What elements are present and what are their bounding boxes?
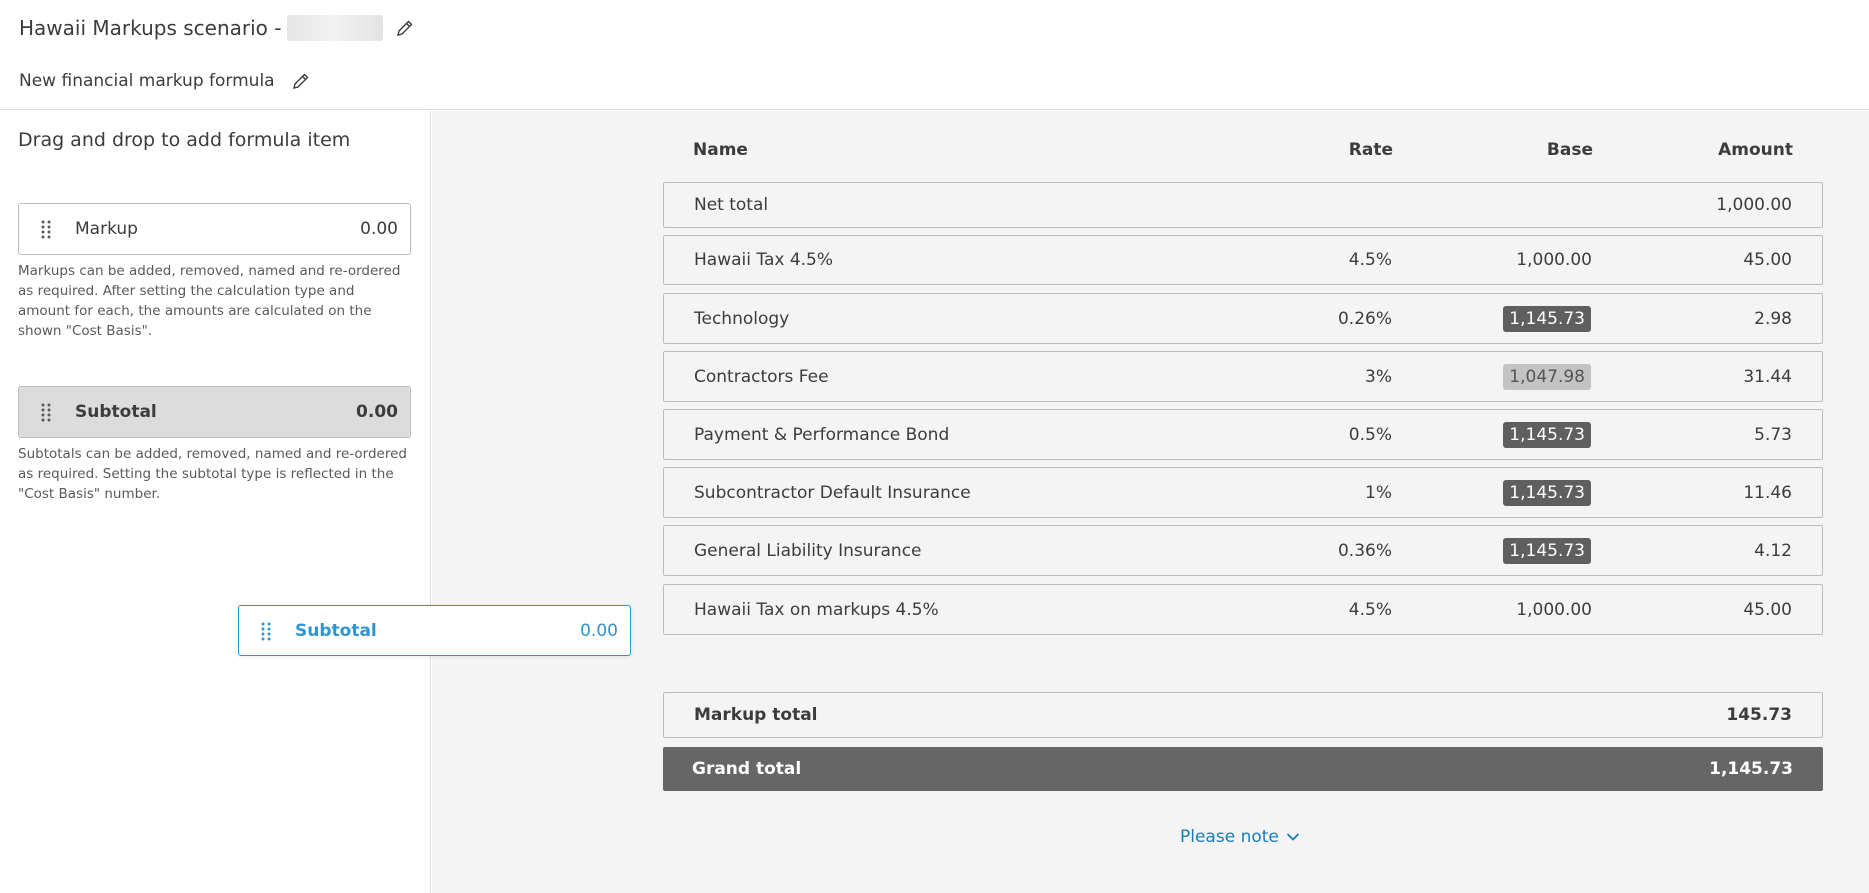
formula-table-panel: Name Rate Base Amount Net total 1,000.00…	[432, 111, 1869, 893]
scenario-title-row: Hawaii Markups scenario -	[19, 13, 417, 43]
scenario-title: Hawaii Markups scenario -	[19, 16, 282, 40]
row-rate: 4.5%	[1348, 599, 1392, 620]
grand-total-label: Grand total	[692, 759, 802, 779]
drag-handle-icon[interactable]	[251, 621, 281, 641]
subtotal-item-label: Subtotal	[75, 402, 157, 422]
formula-name: New financial markup formula	[19, 71, 275, 91]
palette-subtotal-item[interactable]: Subtotal 0.00	[18, 386, 411, 438]
markup-item-label: Markup	[75, 219, 138, 239]
markup-total-label: Markup total	[694, 705, 818, 725]
row-amount: 4.12	[1754, 540, 1792, 561]
row-rate: 3%	[1365, 366, 1392, 387]
row-amount: 5.73	[1754, 424, 1792, 445]
table-row[interactable]: Subcontractor Default Insurance 1% 1,145…	[663, 467, 1823, 518]
net-total-row: Net total 1,000.00	[663, 182, 1823, 228]
drag-handle-icon[interactable]	[31, 219, 61, 239]
base-chip[interactable]: 1,145.73	[1503, 537, 1591, 564]
subtotal-item-value: 0.00	[356, 402, 398, 422]
row-name: Contractors Fee	[694, 366, 829, 387]
row-amount: 2.98	[1754, 308, 1792, 329]
formula-name-row: New financial markup formula	[19, 66, 313, 96]
net-total-label: Net total	[694, 195, 769, 215]
dragging-item-value: 0.00	[580, 620, 618, 641]
row-name: Technology	[694, 308, 790, 329]
row-base: 1,000.00	[1516, 585, 1592, 634]
row-rate: 1%	[1365, 482, 1392, 503]
row-rate: 0.5%	[1348, 424, 1392, 445]
base-value: 1,000.00	[1516, 250, 1592, 270]
page-header: Hawaii Markups scenario - New financial …	[0, 0, 1869, 110]
base-value: 1,000.00	[1516, 599, 1592, 620]
row-base: 1,145.73	[1503, 526, 1591, 575]
table-row[interactable]: Hawaii Tax on markups 4.5% 4.5% 1,000.00…	[663, 584, 1823, 635]
please-note-label: Please note	[1180, 827, 1279, 847]
table-row[interactable]: Technology 0.26% 1,145.73 2.98	[663, 293, 1823, 344]
column-header-base: Base	[1546, 140, 1593, 160]
base-chip[interactable]: 1,145.73	[1503, 479, 1591, 506]
row-base: 1,145.73	[1503, 294, 1591, 343]
palette-heading: Drag and drop to add formula item	[18, 129, 351, 151]
net-total-amount: 1,000.00	[1716, 195, 1792, 215]
drag-handle-icon[interactable]	[31, 402, 61, 422]
row-amount: 45.00	[1743, 250, 1792, 270]
table-row[interactable]: Contractors Fee 3% 1,047.98 31.44	[663, 351, 1823, 402]
row-amount: 31.44	[1743, 366, 1792, 387]
edit-scenario-title-button[interactable]	[393, 16, 417, 40]
edit-formula-name-button[interactable]	[289, 69, 313, 93]
row-rate: 4.5%	[1348, 250, 1392, 270]
column-header-amount: Amount	[1718, 140, 1793, 160]
dragging-subtotal-item[interactable]: Subtotal 0.00	[238, 605, 631, 656]
row-name: Hawaii Tax on markups 4.5%	[694, 599, 939, 620]
subtotal-help-text: Subtotals can be added, removed, named a…	[18, 446, 407, 502]
markup-total-row: Markup total 145.73	[663, 692, 1823, 738]
grand-total-amount: 1,145.73	[1709, 759, 1793, 779]
row-base: 1,047.98	[1503, 352, 1591, 401]
base-chip[interactable]: 1,145.73	[1503, 305, 1591, 332]
redacted-name	[287, 15, 384, 41]
base-chip[interactable]: 1,047.98	[1503, 363, 1591, 390]
dragging-item-label: Subtotal	[295, 620, 377, 641]
base-chip[interactable]: 1,145.73	[1503, 421, 1591, 448]
row-name: Payment & Performance Bond	[694, 424, 950, 445]
row-rate: 0.26%	[1337, 308, 1392, 329]
column-header-rate: Rate	[1348, 140, 1393, 160]
chevron-down-icon	[1286, 833, 1300, 841]
row-base: 1,145.73	[1503, 410, 1591, 459]
markup-help-text: Markups can be added, removed, named and…	[18, 263, 401, 339]
column-header-name: Name	[693, 140, 748, 160]
grand-total-row: Grand total 1,145.73	[663, 747, 1823, 791]
row-base: 1,000.00	[1516, 236, 1592, 284]
formula-item-palette: Drag and drop to add formula item Markup…	[0, 111, 431, 893]
row-rate: 0.36%	[1337, 540, 1392, 561]
row-amount: 45.00	[1743, 599, 1792, 620]
row-amount: 11.46	[1743, 482, 1792, 503]
table-row[interactable]: Payment & Performance Bond 0.5% 1,145.73…	[663, 409, 1823, 460]
palette-markup-item[interactable]: Markup 0.00	[18, 203, 411, 255]
row-base: 1,145.73	[1503, 468, 1591, 517]
table-row[interactable]: Hawaii Tax 4.5% 4.5% 1,000.00 45.00	[663, 235, 1823, 285]
pencil-icon	[397, 20, 413, 36]
pencil-icon	[292, 73, 309, 89]
row-name: General Liability Insurance	[694, 540, 922, 561]
markup-total-amount: 145.73	[1726, 705, 1792, 725]
row-name: Hawaii Tax 4.5%	[694, 250, 834, 270]
table-row[interactable]: General Liability Insurance 0.36% 1,145.…	[663, 525, 1823, 576]
please-note-toggle[interactable]: Please note	[1180, 827, 1300, 847]
markup-item-value: 0.00	[360, 219, 398, 239]
row-name: Subcontractor Default Insurance	[694, 482, 971, 503]
